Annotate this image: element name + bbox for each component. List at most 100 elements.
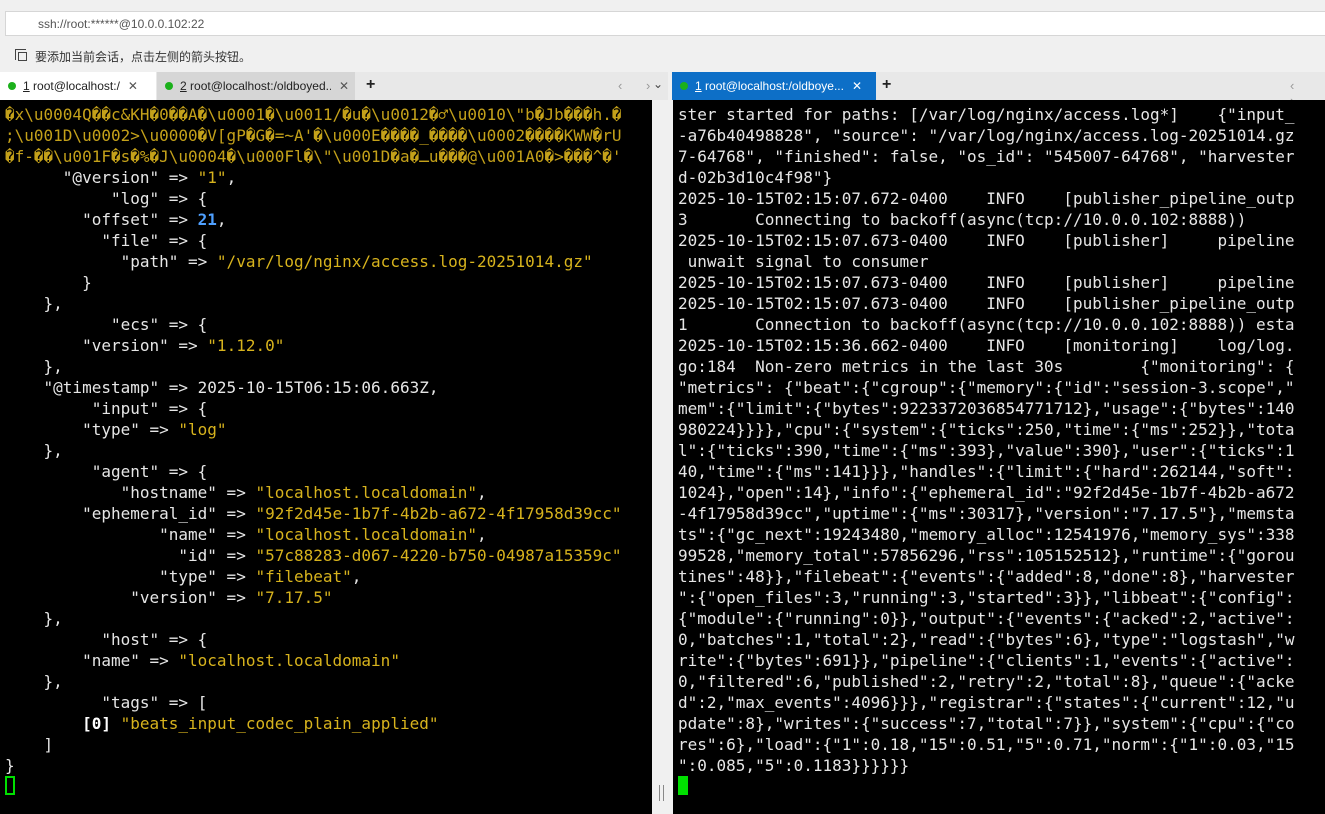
terminal-text: }, — [5, 357, 63, 376]
tab-left-2[interactable]: 2 root@localhost:/oldboyed... ✕ — [157, 72, 355, 100]
terminal-line: "type" => "log" — [5, 419, 652, 440]
terminal-text: "92f2d45e-1b7f-4b2b-a672-4f17958d39cc" — [255, 504, 622, 523]
add-tab-button[interactable]: + — [882, 76, 891, 94]
session-add-icon[interactable] — [15, 49, 29, 63]
terminal-line: unwait signal to consumer — [678, 252, 929, 271]
terminal-text: "log" => { — [5, 189, 208, 208]
terminal-text: , — [351, 567, 362, 586]
terminal-line: [0] "beats_input_codec_plain_applied" — [5, 713, 652, 734]
terminal-text: "ecs" => { — [5, 315, 208, 334]
terminal-text: "1" — [197, 168, 227, 187]
terminal-text: "agent" => { — [5, 462, 208, 481]
terminal-text: "offset" => — [5, 210, 198, 229]
terminal-line: 2025-10-15T02:15:07.673-0400 INFO [publi… — [678, 294, 1295, 313]
terminal-line: "name" => "localhost.localdomain" — [5, 650, 652, 671]
left-terminal[interactable]: �x\u0004Q��c&KH�0��A�\u0001�\u0011/�u�\u… — [0, 100, 652, 814]
session-hint-text: 要添加当前会话，点击左侧的箭头按钮。 — [35, 49, 252, 64]
terminal-line: ] — [5, 734, 652, 755]
terminal-text: "version" => — [5, 336, 208, 355]
terminal-text: }, — [5, 609, 63, 628]
terminal-line: ts":{"gc_next":19243480,"memory_alloc":1… — [678, 525, 1295, 544]
terminal-line: }, — [5, 356, 652, 377]
tab-label: root@localhost:/oldboye... — [701, 79, 844, 93]
close-icon[interactable]: ✕ — [128, 79, 138, 93]
terminal-line: go:184 Non-zero metrics in the last 30s … — [678, 357, 1295, 376]
terminal-line: 2025-10-15T02:15:07.672-0400 INFO [publi… — [678, 189, 1295, 208]
terminal-line: -a76b40498828", "source": "/var/log/ngin… — [678, 126, 1295, 145]
terminal-line: ":0.085,"5":0.1183}}}}}} — [678, 756, 910, 775]
terminal-text: "7.17.5" — [255, 588, 333, 607]
terminal-line: }, — [5, 608, 652, 629]
terminal-text: , — [477, 483, 487, 502]
status-dot-icon — [680, 82, 688, 90]
close-icon[interactable]: ✕ — [339, 79, 349, 93]
tab-label: root@localhost:/ — [29, 79, 120, 93]
terminal-text: "path" => — [5, 252, 217, 271]
terminal-line: �x\u0004Q��c&KH�0��A�\u0001�\u0011/�u�\u… — [5, 105, 622, 124]
add-tab-button[interactable]: + — [366, 76, 375, 94]
pane-splitter[interactable] — [652, 100, 673, 814]
right-terminal[interactable]: ster started for paths: [/var/log/nginx/… — [673, 100, 1325, 814]
left-tab-bar: 1 root@localhost:/ ✕ 2 root@localhost:/o… — [0, 72, 668, 100]
terminal-text: "ephemeral_id" => — [5, 504, 256, 523]
terminal-line: 2025-10-15T02:15:36.662-0400 INFO [monit… — [678, 336, 1295, 355]
terminal-line: 3 Connecting to backoff(async(tcp://10.0… — [678, 210, 1247, 229]
terminal-line: 7-64768", "finished": false, "os_id": "5… — [678, 147, 1295, 166]
terminal-text: , — [477, 525, 487, 544]
status-dot-icon — [165, 82, 173, 90]
terminal-line: "path" => "/var/log/nginx/access.log-202… — [5, 251, 652, 272]
terminal-line: "id" => "57c88283-d067-4220-b750-04987a1… — [5, 545, 652, 566]
close-icon[interactable]: ✕ — [852, 79, 862, 93]
terminal-line: ;\u001D\u0002>\u0000�V[gP�G�=~A'�\u000E�… — [5, 126, 622, 145]
terminal-line: }, — [5, 293, 652, 314]
address-input[interactable] — [6, 12, 1325, 35]
status-dot-icon — [8, 82, 16, 90]
terminal-line: 0,"filtered":6,"published":2,"retry":2,"… — [678, 672, 1295, 691]
address-bar — [0, 0, 1325, 42]
terminal-line: "host" => { — [5, 629, 652, 650]
terminal-line: } — [5, 272, 652, 293]
terminal-text: "/var/log/nginx/access.log-20251014.gz" — [216, 252, 593, 271]
terminal-line: {"module":{"running":0}},"output":{"even… — [678, 609, 1295, 628]
terminal-text: "localhost.localdomain" — [255, 483, 478, 502]
splitter-grip-icon[interactable] — [659, 785, 664, 801]
terminal-line: "ecs" => { — [5, 314, 652, 335]
terminal-prompt-line — [678, 776, 1325, 797]
terminal-text: "tags" => [ — [5, 693, 208, 712]
address-field-container[interactable] — [5, 11, 1325, 36]
terminal-line: "log" => { — [5, 188, 652, 209]
terminal-line: l":{"ticks":390,"time":{"ms":393},"value… — [678, 441, 1295, 460]
terminal-text: "type" => — [5, 567, 256, 586]
terminal-text: "name" => — [5, 651, 179, 670]
terminal-line: 0,"batches":1,"total":2},"read":{"bytes"… — [678, 630, 1295, 649]
terminal-line: �f-��\u001F�s�%�J\u0004�\u000Fl�\"\u001D… — [5, 147, 622, 166]
terminal-line: }, — [5, 671, 652, 692]
terminal-line: 1 Connection to backoff(async(tcp://10.0… — [678, 315, 1295, 334]
terminal-text: "log" — [178, 420, 227, 439]
terminal-line: "@timestamp" => 2025-10-15T06:15:06.663Z… — [5, 377, 652, 398]
terminal-line: res":6},"load":{"1":0.18,"15":0.51,"5":0… — [678, 735, 1295, 754]
terminal-line: d-02b3d10c4f98"} — [678, 168, 833, 187]
terminal-text: "hostname" => — [5, 483, 256, 502]
terminal-line: -4f17958d39cc","uptime":{"ms":30317},"ve… — [678, 504, 1295, 523]
terminal-text: , — [216, 210, 227, 229]
terminal-line: } — [5, 755, 652, 776]
terminal-text: "localhost.localdomain" — [255, 525, 478, 544]
tab-label: root@localhost:/oldboyed... — [186, 79, 331, 93]
terminal-line: 40,"time":{"ms":141}}},"handles":{"limit… — [678, 462, 1295, 481]
right-tab-bar: 1 root@localhost:/oldboye... ✕ + ‹ › — [672, 72, 1325, 108]
terminal-line: 1024},"open":14},"info":{"ephemeral_id":… — [678, 483, 1295, 502]
terminal-line: "agent" => { — [5, 461, 652, 482]
terminal-line: "ephemeral_id" => "92f2d45e-1b7f-4b2b-a6… — [5, 503, 652, 524]
terminal-text: ] — [5, 735, 54, 754]
terminal-line: tines":48}},"filebeat":{"events":{"added… — [678, 567, 1295, 586]
tab-right-1[interactable]: 1 root@localhost:/oldboye... ✕ — [672, 72, 876, 100]
terminal-line: ster started for paths: [/var/log/nginx/… — [678, 105, 1295, 124]
chevron-down-icon[interactable]: ⌄ — [653, 77, 663, 91]
terminal-line: "hostname" => "localhost.localdomain", — [5, 482, 652, 503]
tab-number: 1 — [23, 79, 30, 93]
terminal-cursor — [5, 776, 15, 795]
tab-left-1[interactable]: 1 root@localhost:/ ✕ — [0, 72, 156, 100]
